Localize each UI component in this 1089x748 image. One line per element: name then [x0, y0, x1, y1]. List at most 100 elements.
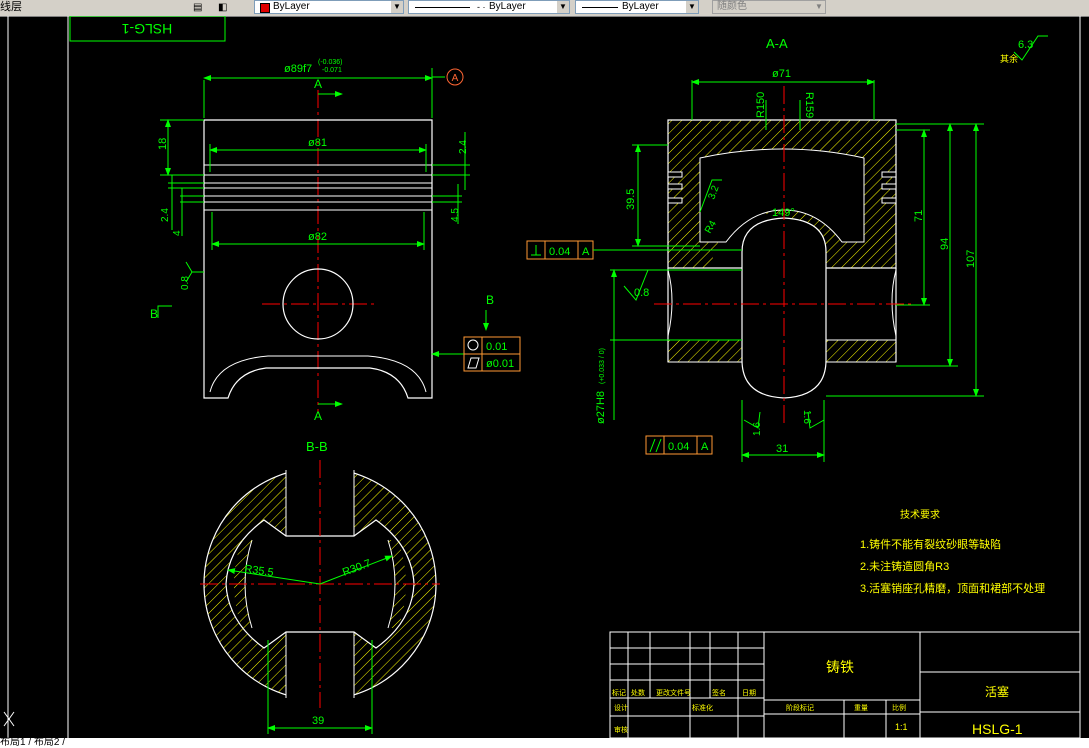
tol-perpendicularity: 0.04 — [549, 246, 570, 258]
drawing-canvas[interactable]: HSLG-1 ø89f7 (-0.036) -0.071 A A A ø81 ø… — [0, 16, 1089, 738]
tol-roundness: 0.01 — [486, 341, 507, 353]
tech-req-item-3: 3.活塞销座孔精磨，顶面和裙部不处理 — [860, 581, 1045, 595]
technical-requirements: 技术要求 1.铸件不能有裂纹砂眼等缺陷 2.未注铸造圆角R3 3.活塞销座孔精磨… — [860, 508, 1045, 595]
layer-manager-icon[interactable]: ◧ — [218, 0, 230, 15]
dim-d81: ø81 — [308, 137, 327, 149]
section-hatch-lower-left — [667, 339, 743, 363]
section-a-a-title: A-A — [766, 36, 788, 51]
dim-r08b: 0.8 — [634, 287, 649, 299]
tb-col-label: 签名 — [712, 688, 726, 697]
tb-scale-label: 比例 — [892, 703, 906, 712]
chevron-down-icon[interactable]: ▼ — [686, 1, 698, 13]
groove-right-2 — [881, 183, 897, 190]
dim-r16b: 1.6 — [801, 410, 812, 424]
tb-col-label: 标记 — [612, 688, 626, 697]
lineweight-preview — [582, 7, 618, 8]
tb-scale: 1:1 — [895, 722, 908, 732]
dim-r08: 0.8 — [180, 276, 191, 290]
cylindricity-icon — [467, 357, 480, 369]
tech-req-item-1: 1.铸件不能有裂纹砂眼等缺陷 — [860, 537, 1001, 551]
dim-h395: 39.5 — [625, 189, 637, 210]
dim-d71: ø71 — [772, 68, 791, 80]
tb-part-name: 活塞 — [985, 684, 1009, 699]
tb-designer-label: 设计 — [614, 703, 628, 712]
parallelism-icon — [649, 438, 662, 453]
tb-weight-label: 重量 — [854, 704, 868, 712]
roundness-icon — [467, 339, 479, 351]
ucs-icon — [3, 711, 15, 727]
color-select[interactable]: ByLayer ▼ — [254, 0, 404, 14]
lineweight-select[interactable]: ByLayer ▼ — [575, 0, 699, 14]
tol-perp-datum: A — [582, 246, 590, 258]
linetype-select[interactable]: - · ByLayer ▼ — [408, 0, 570, 14]
dim-d82: ø82 — [308, 231, 327, 243]
dim-h71: 71 — [913, 210, 925, 222]
chevron-down-icon[interactable]: ▼ — [557, 1, 569, 13]
cut-label-b-left: B — [150, 307, 158, 321]
dim-r159: R159 — [803, 92, 815, 118]
cut-label-a-top: A — [314, 77, 322, 91]
dim-r150: R150 — [755, 92, 767, 118]
tol-par-datum: A — [701, 441, 709, 453]
lineweight-select-value: ByLayer — [622, 1, 659, 12]
dim-d27: ø27H8 — [595, 391, 607, 424]
properties-toolbar: 线层 ▤ ◧ ByLayer ▼ - · ByLayer ▼ ByLayer ▼… — [0, 0, 1089, 17]
section-a-a-view: A-A ø71 R150 R159 39.5 3.2 R4 149° 71 94… — [526, 36, 984, 462]
plotstyle-select-value: 随颜色 — [717, 1, 747, 12]
dim-h24a: 2.4 — [160, 208, 171, 222]
tb-stage-label: 阶段标记 — [786, 703, 814, 712]
layout-tabs-bar: 布局1 / 布局2 / — [0, 738, 1089, 748]
dim-w31: 31 — [776, 443, 788, 455]
groove-right-3 — [881, 197, 897, 204]
tb-col-label: 处数 — [631, 688, 645, 697]
datum-a-label: A — [452, 73, 459, 84]
dim-h24b: 2.4 — [458, 140, 469, 154]
dim-d89-tol-upper: (-0.036) — [318, 59, 343, 66]
groove-left-1 — [667, 171, 683, 178]
groove-left-2 — [667, 183, 683, 190]
section-b-b-view: B-B R35.5 R30.7 39 — [200, 439, 440, 734]
color-select-value: ByLayer — [273, 1, 310, 12]
upside-down-drawing-no: HSLG-1 — [122, 21, 173, 37]
section-hatch-lower-right — [823, 339, 897, 363]
color-swatch — [260, 3, 270, 13]
dim-r16a: 1.6 — [752, 422, 763, 436]
tb-material: 铸铁 — [826, 659, 854, 675]
groove-left-3 — [667, 197, 683, 204]
dim-a149: 149° — [772, 207, 795, 219]
chevron-down-icon: ▼ — [813, 1, 825, 13]
layer-label: 线层 — [0, 1, 22, 13]
dim-d89: ø89f7 — [284, 63, 312, 75]
dim-h18: 18 — [157, 138, 169, 150]
dim-d89-tol-lower: -0.071 — [322, 67, 342, 74]
dim-h94: 94 — [939, 238, 951, 250]
tol-parallelism: 0.04 — [668, 441, 689, 453]
roughness-note: 其余 — [1000, 53, 1018, 64]
dim-h107: 107 — [965, 250, 977, 268]
tb-col-label: 更改文件号 — [656, 688, 691, 697]
tb-drawing-no: HSLG-1 — [972, 721, 1023, 737]
tb-review-label: 审核 — [614, 725, 628, 734]
section-b-b-title: B-B — [306, 439, 328, 454]
dim-w39: 39 — [312, 715, 324, 727]
linetype-select-value: ByLayer — [489, 1, 526, 12]
layout-tabs[interactable]: 布局1 / 布局2 / — [0, 737, 65, 748]
tb-standardize-label: 标准化 — [692, 703, 713, 712]
cut-label-b-right: B — [486, 293, 494, 307]
tech-req-item-2: 2.未注铸造圆角R3 — [860, 559, 949, 573]
front-view: ø89f7 (-0.036) -0.071 A A A ø81 ø82 18 2… — [150, 59, 521, 423]
perpendicularity-icon — [531, 245, 541, 256]
cut-label-a-bottom: A — [314, 409, 322, 423]
dim-h45: 4.5 — [450, 208, 461, 222]
layer-states-icon[interactable]: ▤ — [193, 0, 205, 15]
dim-h4: 4 — [172, 230, 183, 236]
plotstyle-select[interactable]: 随颜色 ▼ — [712, 0, 826, 14]
roughness-value: 6.3 — [1018, 39, 1033, 51]
tb-col-label: 日期 — [742, 689, 756, 697]
tech-req-title: 技术要求 — [900, 508, 940, 521]
linetype-dashes: - · — [477, 2, 486, 12]
chevron-down-icon[interactable]: ▼ — [391, 1, 403, 13]
linetype-preview — [415, 7, 470, 8]
tol-cylindricity: ø0.01 — [486, 358, 514, 370]
dim-d27-tol: (+0.033 / 0) — [599, 348, 606, 384]
